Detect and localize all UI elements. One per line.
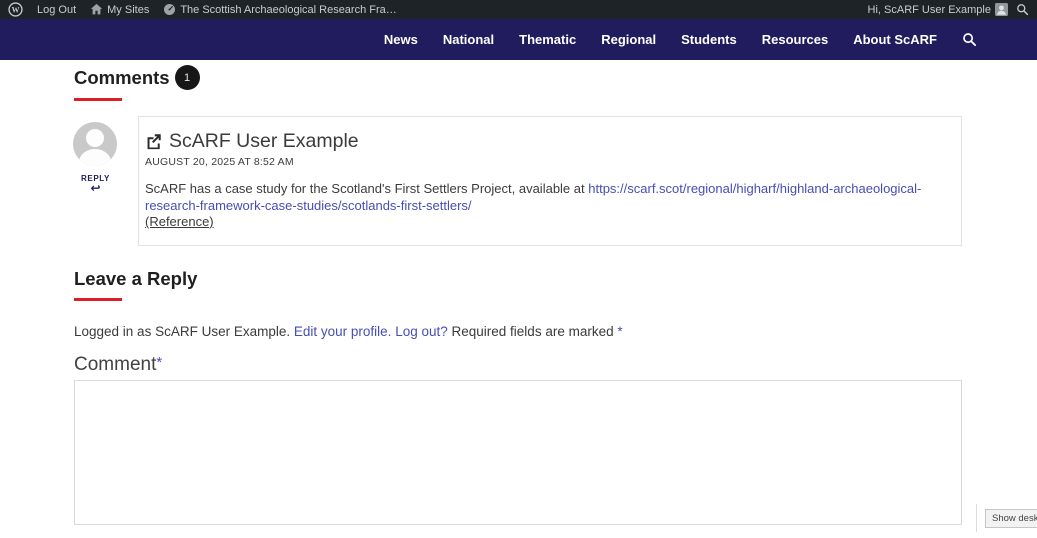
required-asterisk: * [156, 354, 163, 371]
heading-underline [74, 298, 122, 301]
comment-input[interactable] [74, 380, 962, 525]
leave-a-reply-heading: Leave a Reply [74, 268, 198, 289]
home-icon [90, 3, 103, 15]
heading-underline [74, 98, 122, 101]
comment-field-label: Comment* [74, 354, 163, 375]
comment-count-badge: 1 [174, 65, 200, 90]
wordpress-logo-icon[interactable]: W [8, 2, 23, 17]
nav-item-about-scarf[interactable]: About ScARF [853, 32, 937, 47]
log-out-link[interactable]: Log Out [37, 4, 76, 16]
logged-in-line: Logged in as ScARF User Example. Edit yo… [74, 324, 623, 339]
comment-author-name[interactable]: ScARF User Example [169, 130, 359, 153]
comment-card: ScARF User Example AUGUST 20, 2025 AT 8:… [138, 116, 962, 246]
comment-author-column: REPLY ↩ [73, 122, 118, 194]
account-menu[interactable]: Hi, ScARF User Example [868, 3, 1008, 16]
nav-item-students[interactable]: Students [681, 32, 737, 47]
comment-body: ScARF has a case study for the Scotland'… [145, 181, 941, 231]
taskbar-edge-divider [976, 504, 977, 532]
nav-search-icon[interactable] [962, 32, 977, 47]
dashboard-gauge-icon [164, 3, 176, 16]
main-nav: News National Thematic Regional Students… [0, 19, 1037, 60]
reference-line: (Reference) [145, 214, 941, 231]
avatar [73, 122, 117, 166]
nav-item-resources[interactable]: Resources [762, 32, 828, 47]
reference-link[interactable]: (Reference) [145, 214, 214, 229]
required-fields-text: Required fields are marked [451, 324, 614, 339]
log-out-question-link[interactable]: Log out? [395, 324, 448, 339]
edit-profile-link[interactable]: Edit your profile. [294, 324, 392, 339]
wp-admin-bar: W Log Out My Sites The Scottish Archaeol… [0, 0, 1037, 19]
nav-item-thematic[interactable]: Thematic [519, 32, 576, 47]
current-site-link[interactable]: The Scottish Archaeological Research Fra… [163, 3, 397, 16]
svg-text:W: W [12, 6, 20, 15]
primary-menu: News National Thematic Regional Students… [384, 19, 977, 60]
nav-item-national[interactable]: National [443, 32, 494, 47]
nav-item-regional[interactable]: Regional [601, 32, 656, 47]
reply-arrow-icon[interactable]: ↩ [73, 182, 118, 194]
logged-in-text: Logged in as ScARF User Example. [74, 324, 291, 339]
comment-text: ScARF has a case study for the Scotland'… [145, 181, 589, 196]
admin-search-icon[interactable] [1016, 3, 1029, 16]
user-avatar-icon [995, 3, 1008, 16]
show-desktop-tooltip[interactable]: Show desktop [985, 509, 1037, 528]
external-link-icon[interactable] [145, 133, 162, 150]
required-asterisk: * [617, 324, 623, 339]
my-sites-link[interactable]: My Sites [90, 3, 149, 16]
nav-item-news[interactable]: News [384, 32, 418, 47]
comments-heading: Comments 1 [74, 65, 200, 90]
comment-date: AUGUST 20, 2025 AT 8:52 AM [145, 156, 294, 168]
